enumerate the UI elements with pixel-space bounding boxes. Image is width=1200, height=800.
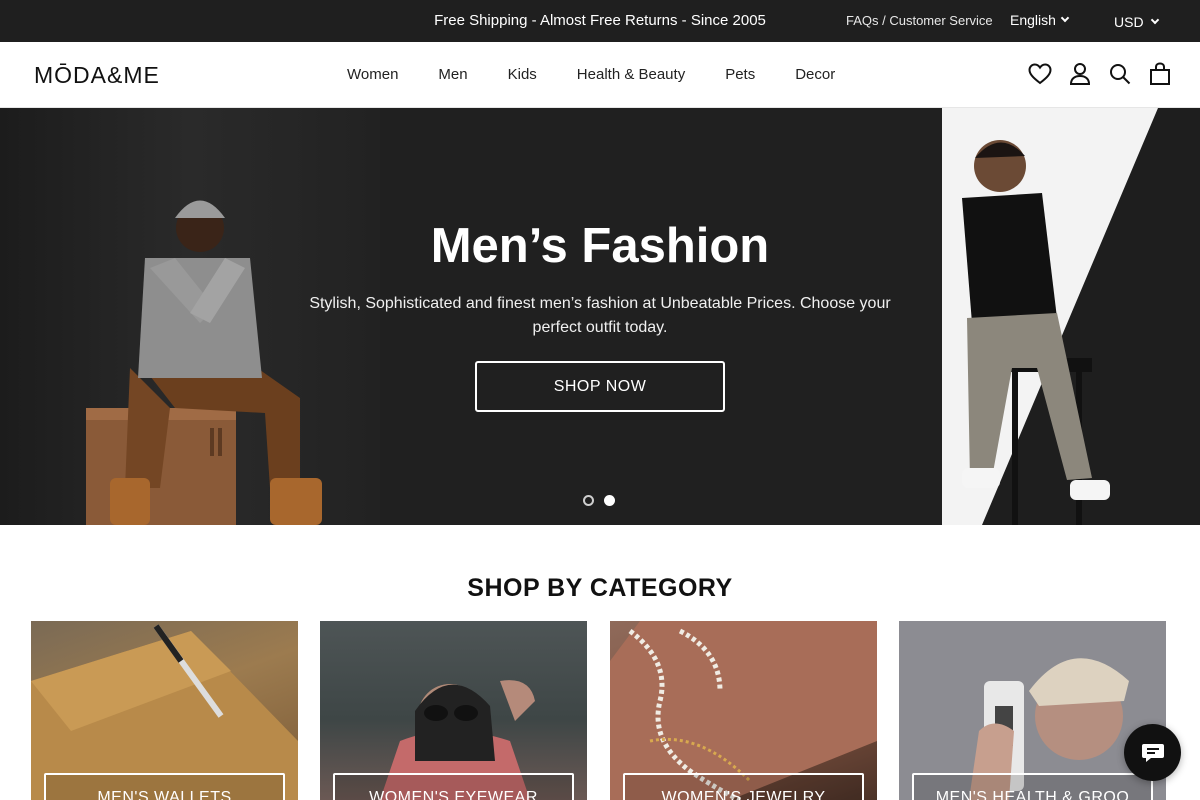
language-selector[interactable]: English <box>1010 12 1070 28</box>
header-icons <box>1028 61 1172 87</box>
hero-model-right <box>962 108 1200 525</box>
category-label: MEN'S WALLETS <box>44 773 285 800</box>
nav-item-health-beauty[interactable]: Health & Beauty <box>577 66 685 83</box>
section-title: SHOP BY CATEGORY <box>467 574 733 602</box>
language-label: English <box>1010 12 1056 28</box>
chevron-down-icon <box>1150 15 1159 25</box>
shop-now-button[interactable]: SHOP NOW <box>475 361 725 412</box>
heart-icon[interactable] <box>1028 61 1052 87</box>
nav-item-decor[interactable]: Decor <box>795 66 835 83</box>
chevron-down-icon <box>1060 13 1070 23</box>
category-card-womens-jewelry[interactable]: WOMEN'S JEWELRY <box>610 621 877 800</box>
bag-icon[interactable] <box>1148 61 1172 87</box>
announcement-bar: Free Shipping - Almost Free Returns - Si… <box>0 0 1200 42</box>
chat-button[interactable] <box>1124 724 1181 781</box>
search-icon[interactable] <box>1108 61 1132 87</box>
logo[interactable]: MŌDA&ME <box>34 62 160 89</box>
category-card-mens-health-grooming[interactable]: MEN'S HEALTH & GROO <box>899 621 1166 800</box>
hero-subtitle: Stylish, Sophisticated and finest men’s … <box>309 295 891 336</box>
nav-item-men[interactable]: Men <box>438 66 467 83</box>
category-label: WOMEN'S JEWELRY <box>623 773 864 800</box>
carousel-dot-1[interactable] <box>583 495 594 506</box>
site-header: MŌDA&ME Women Men Kids Health & Beauty P… <box>0 42 1200 108</box>
nav-item-pets[interactable]: Pets <box>725 66 755 83</box>
faq-link[interactable]: FAQs / Customer Service <box>846 13 993 28</box>
hero-banner: Men’s Fashion Stylish, Sophisticated and… <box>0 108 1200 525</box>
category-label: MEN'S HEALTH & GROO <box>912 773 1153 800</box>
category-card-womens-eyewear[interactable]: WOMEN'S EYEWEAR <box>320 621 587 800</box>
nav-item-women[interactable]: Women <box>347 66 398 83</box>
category-label: WOMEN'S EYEWEAR <box>333 773 574 800</box>
carousel-dot-2[interactable] <box>604 495 615 506</box>
account-icon[interactable] <box>1068 61 1092 87</box>
currency-selector[interactable]: USD <box>1114 14 1159 30</box>
main-nav: Women Men Kids Health & Beauty Pets Deco… <box>347 66 835 83</box>
category-card-mens-wallets[interactable]: MEN'S WALLETS <box>31 621 298 800</box>
carousel-dots <box>583 495 615 506</box>
hero-title: Men’s Fashion <box>430 219 770 273</box>
chat-icon <box>1141 743 1164 762</box>
nav-item-kids[interactable]: Kids <box>508 66 537 83</box>
currency-label: USD <box>1114 14 1144 30</box>
